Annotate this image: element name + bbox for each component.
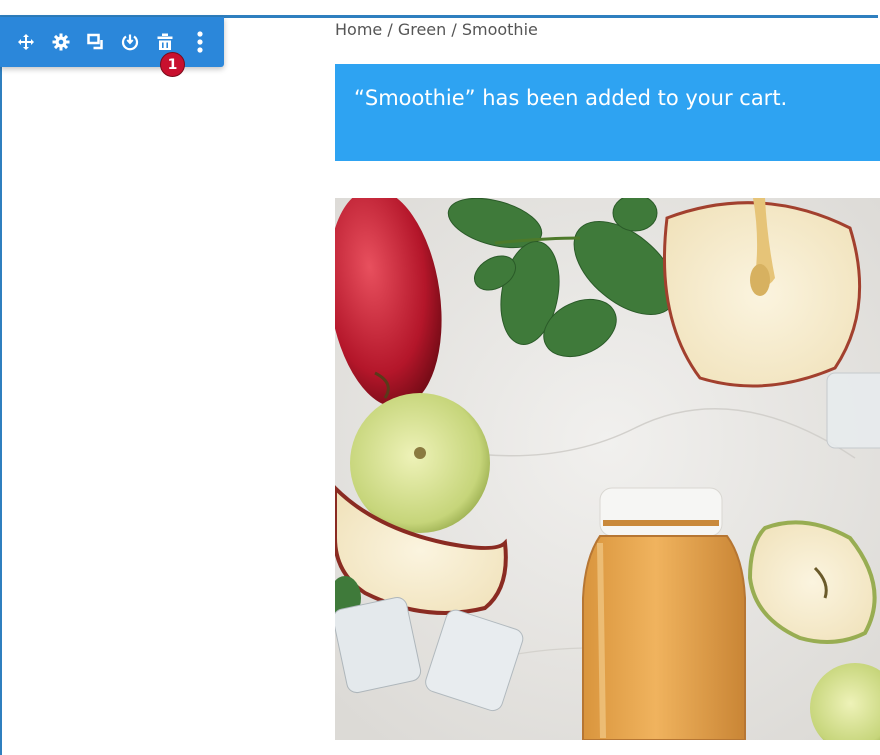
step-badge: 1	[160, 52, 185, 77]
duplicate-button[interactable]	[85, 31, 106, 53]
more-options-button[interactable]	[189, 31, 210, 53]
breadcrumb-separator: /	[446, 20, 462, 39]
delete-button[interactable]	[155, 31, 176, 53]
gear-icon	[52, 33, 70, 51]
save-to-library-button[interactable]	[120, 31, 141, 53]
move-button[interactable]	[16, 31, 37, 53]
product-image[interactable]	[335, 198, 880, 740]
move-icon	[18, 34, 35, 50]
trash-icon	[157, 33, 173, 50]
breadcrumb-green-link[interactable]: Green	[398, 20, 446, 39]
smoothie-photo	[335, 198, 880, 740]
more-vertical-icon	[197, 31, 203, 53]
breadcrumb: Home / Green / Smoothie	[335, 20, 538, 39]
cart-notice: “Smoothie” has been added to your cart.	[335, 64, 880, 161]
breadcrumb-separator: /	[382, 20, 398, 39]
power-save-icon	[122, 34, 139, 51]
breadcrumb-current: Smoothie	[461, 20, 538, 39]
cart-notice-message: “Smoothie” has been added to your cart.	[354, 86, 788, 110]
duplicate-icon	[86, 33, 103, 50]
settings-button[interactable]	[51, 31, 72, 53]
module-toolbar	[0, 17, 224, 67]
breadcrumb-home-link[interactable]: Home	[335, 20, 382, 39]
